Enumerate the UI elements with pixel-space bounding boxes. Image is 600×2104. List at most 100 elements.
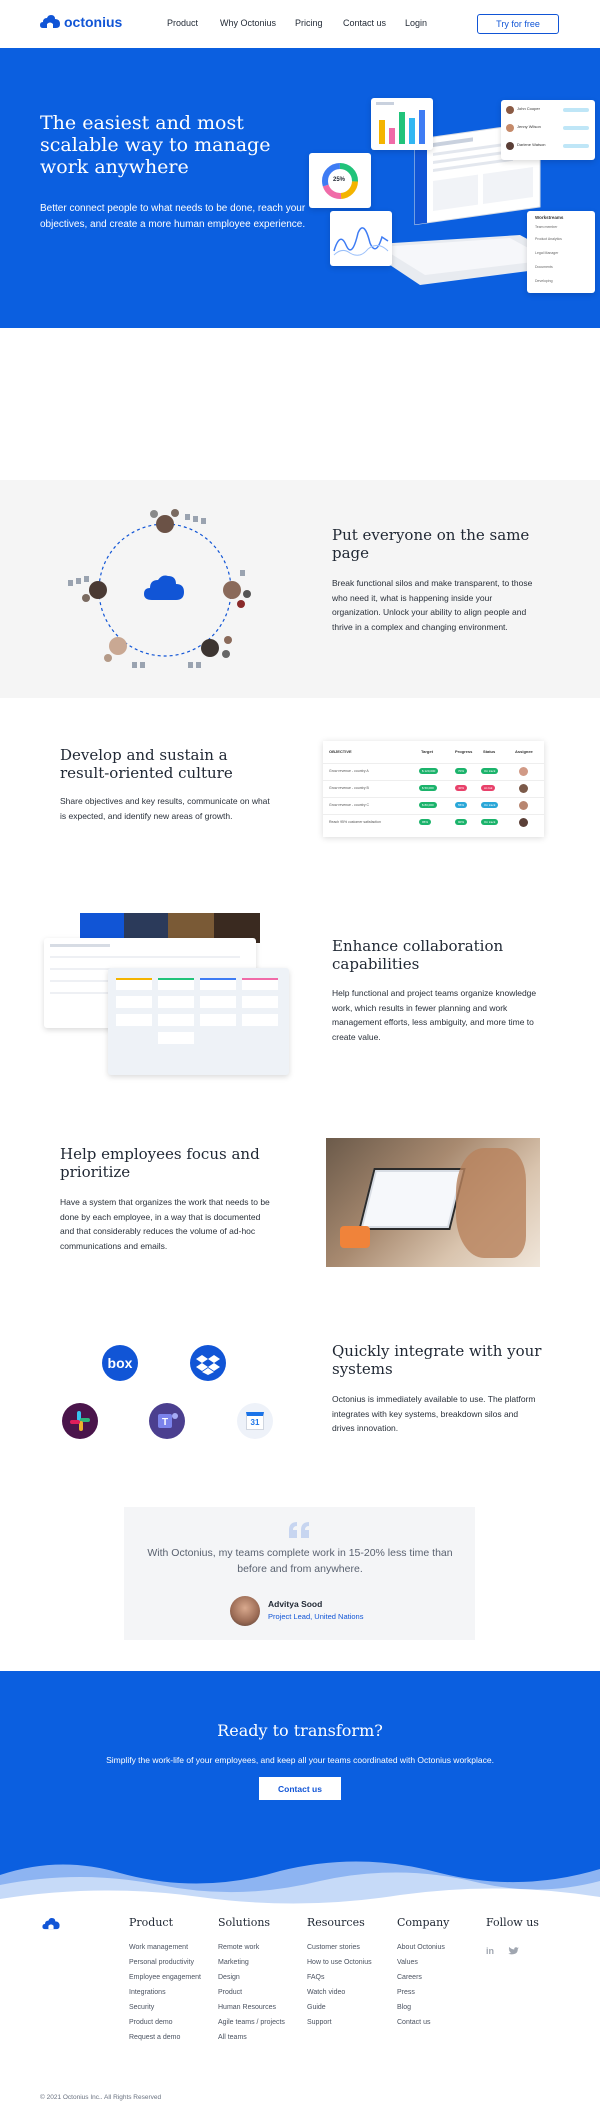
footer-link[interactable]: Request a demo: [129, 2034, 180, 2041]
footer-link[interactable]: Guide: [307, 2004, 326, 2011]
footer-link[interactable]: Careers: [397, 1974, 422, 1981]
okr-status: On track: [481, 802, 499, 808]
notes-card: Workstreams Team member Product Analytic…: [527, 211, 595, 293]
okr-objective: Grow revenue - country B: [329, 786, 369, 790]
footer-link[interactable]: Blog: [397, 2004, 411, 2011]
footer-link[interactable]: Personal productivity: [129, 1959, 194, 1966]
note-item: Developing: [535, 279, 553, 283]
brand-logo[interactable]: octonius: [40, 14, 122, 30]
integration-dropbox: [190, 1345, 226, 1381]
donut-chart-card: 25%: [309, 153, 371, 208]
bar-chart-card: [371, 98, 433, 150]
footer-col-title-company: Company: [397, 1916, 450, 1929]
calendar-day: 31: [250, 1418, 260, 1427]
svg-text:T: T: [162, 1417, 168, 1428]
person-name-1: John Cooper: [517, 106, 540, 111]
feature-title-same-page: Put everyone on the same page: [332, 526, 530, 562]
footer-link[interactable]: Contact us: [397, 2019, 430, 2026]
nav-link-product[interactable]: Product: [167, 18, 198, 28]
footer-logo-icon[interactable]: [42, 1918, 60, 1930]
testimonial-role: Project Lead, United Nations: [268, 1612, 364, 1621]
feature-body-focus: Have a system that organizes the work th…: [60, 1197, 270, 1251]
footer-link[interactable]: About Octonius: [397, 1944, 445, 1951]
kanban-screen: [108, 968, 289, 1075]
twitter-icon[interactable]: [508, 1947, 519, 1956]
person-name-2: Jenny Wilson: [517, 124, 541, 129]
avatar: [506, 124, 514, 132]
okr-progress: 55%: [455, 802, 468, 808]
footer-link[interactable]: Values: [397, 1959, 418, 1966]
footer-link[interactable]: All teams: [218, 2034, 247, 2041]
footer-link[interactable]: Marketing: [218, 1959, 249, 1966]
notes-title: Workstreams: [535, 215, 564, 220]
footer-link[interactable]: Agile teams / projects: [218, 2019, 285, 2026]
integration-slack: [62, 1403, 98, 1439]
okr-table: OBJECTIVE Target Progress Status Assigne…: [323, 741, 544, 837]
testimonial-quote: With Octonius, my teams complete work in…: [147, 1547, 453, 1575]
footer-link[interactable]: Product demo: [129, 2019, 173, 2026]
people-card: John Cooper Jenny Wilson Darlene Watson: [501, 100, 595, 160]
integration-box: box: [102, 1345, 138, 1381]
footer-link[interactable]: Integrations: [129, 1989, 166, 1996]
footer-link[interactable]: Product: [218, 1989, 242, 1996]
contact-us-button[interactable]: Contact us: [259, 1777, 341, 1800]
box-icon: box: [107, 1355, 133, 1371]
note-item: Product Analytics: [535, 237, 562, 241]
footer-link[interactable]: FAQs: [307, 1974, 325, 1981]
feature-title-integrate: Quickly integrate with your systems: [332, 1342, 542, 1378]
quote-icon: [289, 1522, 309, 1538]
line-chart-icon: [333, 227, 389, 256]
feature-title-results: Develop and sustain a result-oriented cu…: [60, 746, 233, 782]
okr-status: At risk: [481, 785, 496, 791]
avatar: [519, 784, 528, 793]
hero-subtitle: Better connect people to what needs to b…: [40, 203, 306, 230]
table-row[interactable]: Grow revenue - country C $ 80,000 55% On…: [323, 797, 544, 813]
okr-objective: Grow revenue - country C: [329, 803, 370, 807]
footer-link[interactable]: Watch video: [307, 1989, 345, 1996]
nav-link-login[interactable]: Login: [405, 18, 427, 28]
footer-link[interactable]: Security: [129, 2004, 154, 2011]
okr-target: $ 80,000: [419, 802, 437, 808]
footer-link[interactable]: Remote work: [218, 1944, 259, 1951]
okr-progress: 40%: [455, 785, 468, 791]
okr-progress: 70%: [455, 768, 468, 774]
okr-target: $ 50,000: [419, 785, 437, 791]
nav-link-pricing[interactable]: Pricing: [295, 18, 323, 28]
dropbox-icon: [196, 1355, 220, 1375]
integration-google-calendar: 31: [237, 1403, 273, 1439]
linkedin-icon[interactable]: in: [486, 1946, 494, 1956]
okr-header: Assignee: [515, 749, 533, 754]
footer-link[interactable]: Press: [397, 1989, 415, 1996]
feature-body-collaboration: Help functional and project teams organi…: [332, 988, 537, 1042]
footer-link[interactable]: Customer stories: [307, 1944, 360, 1951]
cta-subtitle: Simplify the work-life of your employees…: [106, 1755, 494, 1765]
footer-link[interactable]: Work management: [129, 1944, 188, 1951]
avatar: [506, 142, 514, 150]
wave-decoration: [0, 1861, 600, 1915]
okr-status: On track: [481, 819, 499, 825]
footer-link[interactable]: Support: [307, 2019, 332, 2026]
feature-body-integrate: Octonius is immediately available to use…: [332, 1394, 536, 1433]
copyright: © 2021 Octonius Inc.. All Rights Reserve…: [40, 2094, 162, 2101]
status-pill: [563, 126, 589, 130]
nav-link-why-octonius[interactable]: Why Octonius: [220, 18, 276, 28]
okr-objective: Grow revenue - country A: [329, 769, 369, 773]
google-calendar-icon: 31: [246, 1412, 264, 1430]
footer-link[interactable]: Employee engagement: [129, 1974, 201, 1981]
feature-body-same-page: Break functional silos and make transpar…: [332, 578, 533, 632]
nav-link-contact[interactable]: Contact us: [343, 18, 386, 28]
footer-link[interactable]: How to use Octonius: [307, 1959, 372, 1966]
table-row[interactable]: Grow revenue - country A $ 120,000 70% O…: [323, 763, 544, 779]
okr-target: 95%: [419, 819, 432, 825]
hero-title: The easiest and most scalable way to man…: [40, 112, 271, 178]
person-name-3: Darlene Watson: [517, 142, 546, 147]
laptop-photo: [326, 1138, 540, 1267]
okr-header: Progress: [455, 749, 473, 754]
footer-col-title-solutions: Solutions: [218, 1916, 271, 1929]
footer-link[interactable]: Human Resources: [218, 2004, 276, 2011]
linkedin-label: in: [486, 1946, 494, 1956]
table-row[interactable]: Reach 95% customer satisfaction 95% 90% …: [323, 814, 544, 830]
try-free-button[interactable]: Try for free: [477, 14, 559, 34]
table-row[interactable]: Grow revenue - country B $ 50,000 40% At…: [323, 780, 544, 796]
footer-link[interactable]: Design: [218, 1974, 240, 1981]
